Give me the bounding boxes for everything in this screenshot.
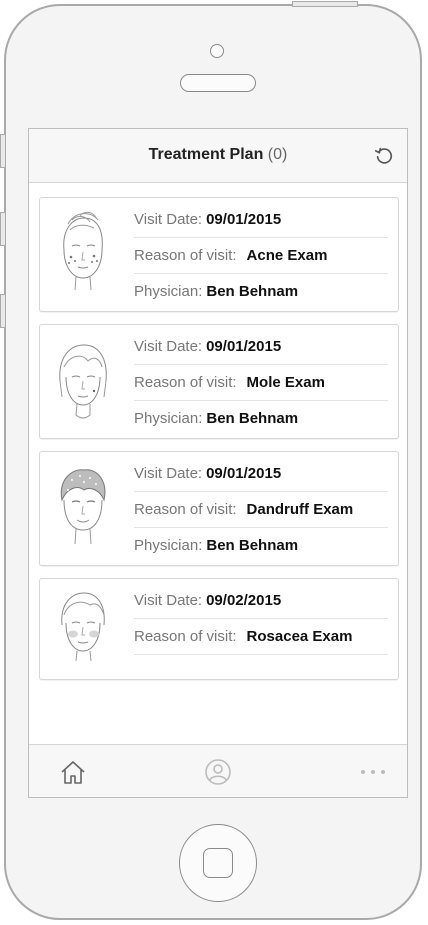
volume-up-button bbox=[0, 212, 6, 246]
physician-row: Physician: Ben Behnam bbox=[134, 274, 388, 309]
physician-label: Physician: bbox=[134, 537, 203, 554]
page-title: Treatment Plan (0) bbox=[29, 146, 407, 164]
front-camera bbox=[210, 44, 224, 58]
face-acne-icon bbox=[63, 211, 103, 291]
reason-label: Reason of visit: bbox=[134, 628, 237, 645]
physician-row: Physician: Ben Behnam bbox=[134, 401, 388, 436]
profile-icon[interactable] bbox=[204, 759, 232, 785]
reason-label: Reason of visit: bbox=[134, 247, 237, 264]
visit-info: Visit Date: 09/02/2015 Reason of visit: Ro… bbox=[134, 583, 388, 655]
speaker-grille bbox=[180, 74, 256, 92]
reason-value: Acne Exam bbox=[246, 247, 328, 264]
visit-card[interactable]: Visit Date: 09/01/2015 Reason of visit: Ac… bbox=[39, 197, 399, 312]
volume-down-button bbox=[0, 294, 6, 328]
visit-info: Visit Date: 09/01/2015 Reason of visit: Da… bbox=[134, 456, 388, 563]
home-button-square bbox=[203, 848, 233, 878]
app-screen: Treatment Plan (0) Visit Date: 09/01/201… bbox=[28, 128, 408, 798]
visit-date-value: 09/02/2015 bbox=[206, 592, 282, 609]
physician-label: Physician: bbox=[134, 283, 203, 300]
more-icon[interactable] bbox=[359, 759, 387, 785]
physician-value: Ben Behnam bbox=[206, 410, 299, 427]
page-title-text: Treatment Plan bbox=[148, 146, 264, 163]
visit-date-label: Visit Date: bbox=[134, 465, 203, 482]
visit-date-label: Visit Date: bbox=[134, 211, 203, 228]
reason-row: Reason of visit: Rosacea Exam bbox=[134, 619, 388, 655]
plan-count: (0) bbox=[267, 146, 288, 163]
physician-row: Physician: Ben Behnam bbox=[134, 528, 388, 563]
reason-row: Reason of visit: Dandruff Exam bbox=[134, 492, 388, 528]
reason-value: Mole Exam bbox=[246, 374, 325, 391]
refresh-icon[interactable] bbox=[373, 144, 395, 166]
home-icon[interactable] bbox=[59, 759, 87, 785]
face-dandruff-icon bbox=[60, 469, 106, 545]
reason-value: Dandruff Exam bbox=[246, 501, 354, 518]
reason-row: Reason of visit: Mole Exam bbox=[134, 365, 388, 401]
visit-card[interactable]: Visit Date: 09/01/2015 Reason of visit: Da… bbox=[39, 451, 399, 566]
visit-date-row: Visit Date: 09/02/2015 bbox=[134, 583, 388, 619]
visit-date-value: 09/01/2015 bbox=[206, 211, 282, 228]
visit-card[interactable]: Visit Date: 09/02/2015 Reason of visit: Ro… bbox=[39, 578, 399, 680]
visit-info: Visit Date: 09/01/2015 Reason of visit: Mo… bbox=[134, 329, 388, 436]
reason-row: Reason of visit: Acne Exam bbox=[134, 238, 388, 274]
visit-date-row: Visit Date: 09/01/2015 bbox=[134, 329, 388, 365]
visit-date-row: Visit Date: 09/01/2015 bbox=[134, 456, 388, 492]
visit-list: Visit Date: 09/01/2015 Reason of visit: Ac… bbox=[39, 197, 399, 692]
power-button bbox=[292, 1, 358, 7]
visit-date-row: Visit Date: 09/01/2015 bbox=[134, 202, 388, 238]
visit-info: Visit Date: 09/01/2015 Reason of visit: Ac… bbox=[134, 202, 388, 309]
face-mole-icon bbox=[59, 344, 107, 419]
physician-label: Physician: bbox=[134, 410, 203, 427]
face-rosacea-icon bbox=[61, 592, 105, 662]
phone-frame: Treatment Plan (0) Visit Date: 09/01/201… bbox=[0, 1, 422, 920]
reason-label: Reason of visit: bbox=[134, 501, 237, 518]
physician-value: Ben Behnam bbox=[206, 537, 299, 554]
top-bar: Treatment Plan (0) bbox=[29, 129, 407, 183]
home-button[interactable] bbox=[179, 824, 257, 902]
reason-label: Reason of visit: bbox=[134, 374, 237, 391]
visit-date-value: 09/01/2015 bbox=[206, 338, 282, 355]
mute-switch bbox=[0, 134, 6, 168]
visit-date-label: Visit Date: bbox=[134, 592, 203, 609]
visit-date-label: Visit Date: bbox=[134, 338, 203, 355]
visit-date-value: 09/01/2015 bbox=[206, 465, 282, 482]
reason-value: Rosacea Exam bbox=[246, 628, 353, 645]
visit-card[interactable]: Visit Date: 09/01/2015 Reason of visit: Mo… bbox=[39, 324, 399, 439]
physician-value: Ben Behnam bbox=[206, 283, 299, 300]
bottom-tab-bar bbox=[29, 744, 407, 797]
